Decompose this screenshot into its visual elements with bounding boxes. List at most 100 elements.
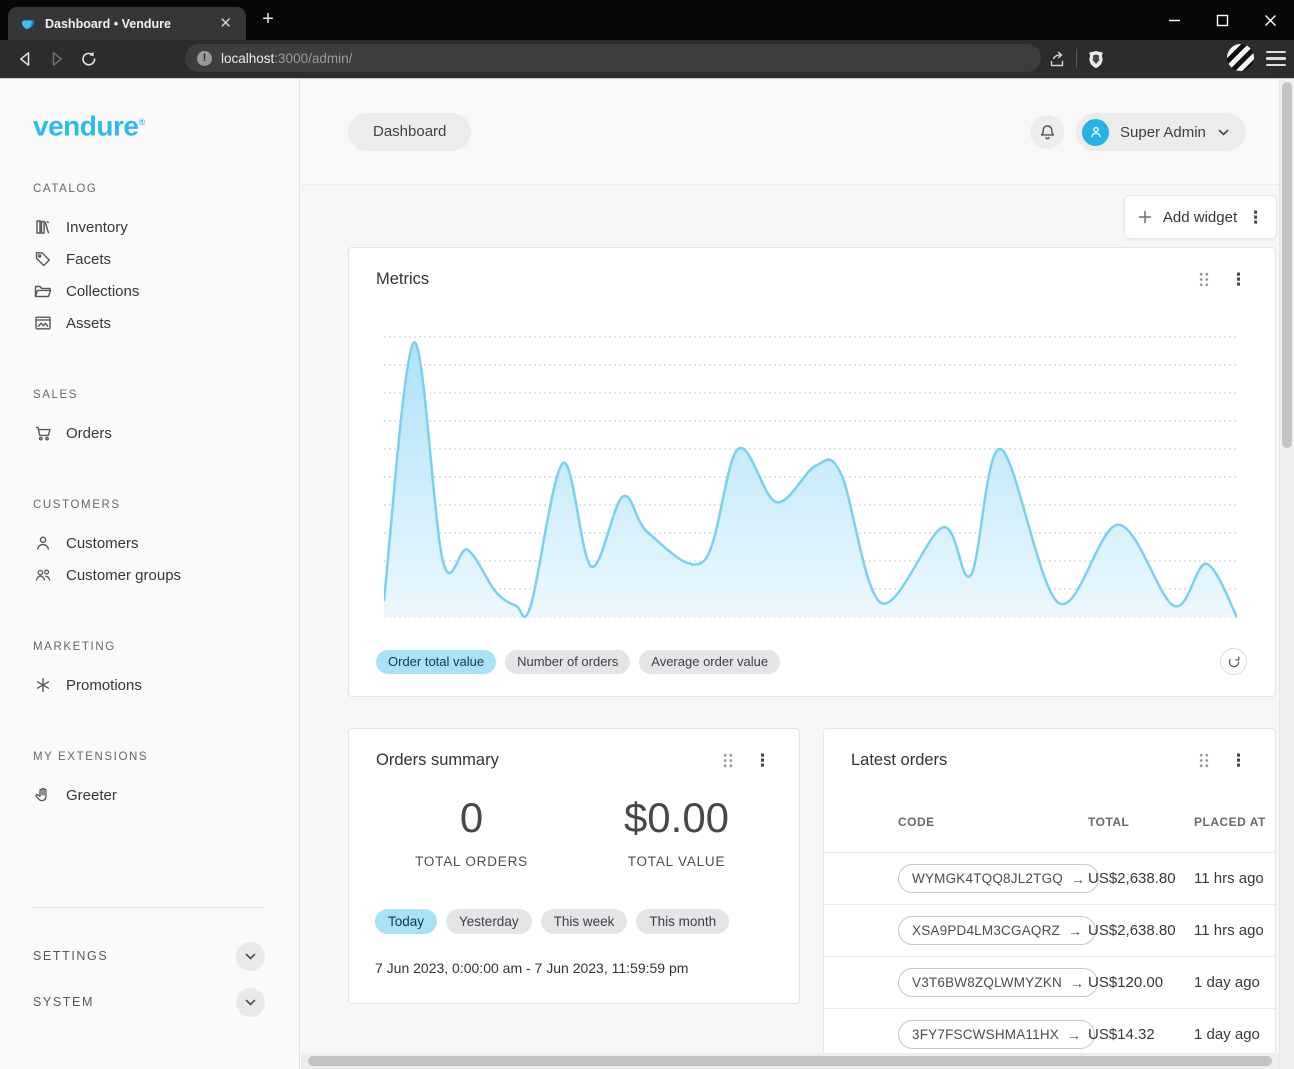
- metric-tab-average-order-value[interactable]: Average order value: [639, 650, 780, 674]
- drag-handle-icon[interactable]: [723, 753, 733, 768]
- latest-orders-menu-icon[interactable]: ⋮: [1230, 752, 1247, 769]
- order-placed-at: 11 hrs ago: [1194, 870, 1268, 888]
- url-bar[interactable]: ! localhost:3000/admin/: [185, 44, 1041, 72]
- range-tab-today[interactable]: Today: [375, 909, 437, 934]
- vertical-scrollbar[interactable]: [1279, 79, 1294, 1069]
- sidebar: vendure® CATALOG Inventory Facets Collec…: [0, 79, 300, 1069]
- sidebar-item-orders[interactable]: Orders: [33, 417, 299, 449]
- sidebar-item-promotions[interactable]: Promotions: [33, 669, 299, 701]
- order-total: US$2,638.80: [1088, 870, 1194, 887]
- new-tab-button[interactable]: +: [256, 8, 280, 32]
- order-row: V3T6BW8ZQLWMYZKN→ US$120.00 1 day ago: [824, 957, 1275, 1009]
- metrics-chart: [384, 330, 1237, 622]
- order-total: US$120.00: [1088, 974, 1194, 991]
- browser-profile-avatar[interactable]: [1227, 44, 1254, 71]
- add-widget-button[interactable]: Add widget ⋮: [1124, 195, 1277, 239]
- add-widget-menu-icon[interactable]: ⋮: [1247, 209, 1264, 226]
- cart-icon: [33, 423, 53, 443]
- browser-tab[interactable]: Dashboard • Vendure ✕: [8, 7, 246, 40]
- notifications-button[interactable]: [1030, 115, 1064, 149]
- refresh-button[interactable]: [1220, 648, 1247, 675]
- breadcrumb[interactable]: Dashboard: [348, 113, 471, 151]
- order-placed-at: 1 day ago: [1194, 1026, 1268, 1044]
- browser-menu-icon[interactable]: [1266, 48, 1286, 69]
- order-code-link[interactable]: XSA9PD4LM3CGAQRZ→: [898, 916, 1096, 945]
- browser-reload-button[interactable]: [78, 48, 100, 70]
- arrow-right-icon: →: [1067, 1027, 1081, 1043]
- latest-orders-table: CODE TOTAL PLACED AT WYMGK4TQQ8JL2TGQ→ U…: [824, 815, 1275, 1061]
- section-label-sales: SALES: [33, 389, 299, 401]
- site-info-icon[interactable]: !: [197, 51, 212, 66]
- sidebar-item-collections[interactable]: Collections: [33, 275, 299, 307]
- order-code-link[interactable]: WYMGK4TQQ8JL2TGQ→: [898, 864, 1099, 893]
- order-code-link[interactable]: 3FY7FSCWSHMA11HX→: [898, 1020, 1095, 1049]
- total-value-label: TOTAL VALUE: [574, 854, 779, 869]
- sidebar-item-greeter[interactable]: Greeter: [33, 779, 299, 811]
- sidebar-item-assets[interactable]: Assets: [33, 307, 299, 339]
- window-minimize-button[interactable]: [1164, 10, 1184, 30]
- user-name: Super Admin: [1120, 124, 1206, 141]
- metrics-title: Metrics: [376, 270, 1199, 289]
- user-icon: [33, 533, 53, 553]
- user-menu[interactable]: Super Admin: [1076, 113, 1246, 151]
- vendure-admin-app: vendure® CATALOG Inventory Facets Collec…: [0, 78, 1294, 1069]
- sidebar-item-facets[interactable]: Facets: [33, 243, 299, 275]
- date-range-text: 7 Jun 2023, 0:00:00 am - 7 Jun 2023, 11:…: [375, 960, 688, 976]
- drag-handle-icon[interactable]: [1199, 753, 1209, 768]
- share-icon[interactable]: [1046, 48, 1068, 70]
- order-row: XSA9PD4LM3CGAQRZ→ US$2,638.80 11 hrs ago: [824, 905, 1275, 957]
- tab-close-icon[interactable]: ✕: [215, 14, 236, 33]
- sidebar-section-settings[interactable]: SETTINGS: [33, 936, 265, 976]
- image-icon: [33, 313, 53, 333]
- total-value-value: $0.00: [574, 794, 779, 842]
- metrics-widget: Metrics ⋮ Order total value Number of or…: [348, 247, 1276, 697]
- order-total: US$2,638.80: [1088, 922, 1194, 939]
- range-tab-this-month[interactable]: This month: [636, 909, 729, 934]
- metric-tab-order-total-value[interactable]: Order total value: [376, 650, 496, 674]
- sidebar-item-customer-groups[interactable]: Customer groups: [33, 559, 299, 591]
- tab-title: Dashboard • Vendure: [45, 17, 206, 31]
- section-label-marketing: MARKETING: [33, 641, 299, 653]
- sidebar-item-customers[interactable]: Customers: [33, 527, 299, 559]
- orders-summary-title: Orders summary: [376, 751, 723, 770]
- drag-handle-icon[interactable]: [1199, 272, 1209, 287]
- browser-window: Dashboard • Vendure ✕ + ! localhost:3000…: [0, 0, 1294, 1069]
- horizontal-scrollbar-thumb[interactable]: [308, 1056, 1272, 1066]
- order-placed-at: 1 day ago: [1194, 974, 1268, 992]
- order-code-link[interactable]: V3T6BW8ZQLWMYZKN→: [898, 968, 1098, 997]
- total-orders-value: 0: [369, 794, 574, 842]
- arrow-right-icon: →: [1071, 871, 1085, 887]
- section-label-my-extensions: MY EXTENSIONS: [33, 751, 299, 763]
- column-header-total: TOTAL: [1088, 815, 1194, 852]
- column-header-placed-at: PLACED AT: [1194, 815, 1268, 852]
- vendure-logo[interactable]: vendure®: [33, 107, 299, 141]
- vertical-scrollbar-thumb[interactable]: [1282, 82, 1292, 448]
- arrow-right-icon: →: [1068, 923, 1082, 939]
- inventory-icon: [33, 217, 53, 237]
- latest-orders-widget: Latest orders ⋮ CODE TOTAL PLACED AT WYM…: [823, 728, 1276, 1069]
- navbar-divider: [1076, 49, 1077, 68]
- section-label-customers: CUSTOMERS: [33, 499, 299, 511]
- order-row: WYMGK4TQQ8JL2TGQ→ US$2,638.80 11 hrs ago: [824, 853, 1275, 905]
- window-maximize-button[interactable]: [1212, 10, 1232, 30]
- metrics-menu-icon[interactable]: ⋮: [1230, 271, 1247, 288]
- order-total: US$14.32: [1088, 1026, 1194, 1043]
- browser-back-button[interactable]: [14, 48, 36, 70]
- main-area: Dashboard Super Admin Add widget ⋮: [301, 79, 1294, 1069]
- range-tab-yesterday[interactable]: Yesterday: [446, 909, 532, 934]
- brave-shield-icon[interactable]: [1085, 48, 1107, 70]
- metric-tab-number-of-orders[interactable]: Number of orders: [505, 650, 630, 674]
- asterisk-icon: [33, 675, 53, 695]
- sidebar-section-system[interactable]: SYSTEM: [33, 982, 265, 1022]
- settings-expand-button[interactable]: [236, 942, 265, 971]
- hand-icon: [33, 785, 53, 805]
- orders-summary-menu-icon[interactable]: ⋮: [754, 752, 771, 769]
- system-expand-button[interactable]: [236, 988, 265, 1017]
- arrow-right-icon: →: [1070, 975, 1084, 991]
- sidebar-item-inventory[interactable]: Inventory: [33, 211, 299, 243]
- horizontal-scrollbar[interactable]: [301, 1053, 1279, 1069]
- browser-forward-button[interactable]: [46, 48, 68, 70]
- range-tab-this-week[interactable]: This week: [541, 909, 628, 934]
- latest-orders-title: Latest orders: [851, 751, 1199, 770]
- window-close-button[interactable]: [1260, 10, 1280, 30]
